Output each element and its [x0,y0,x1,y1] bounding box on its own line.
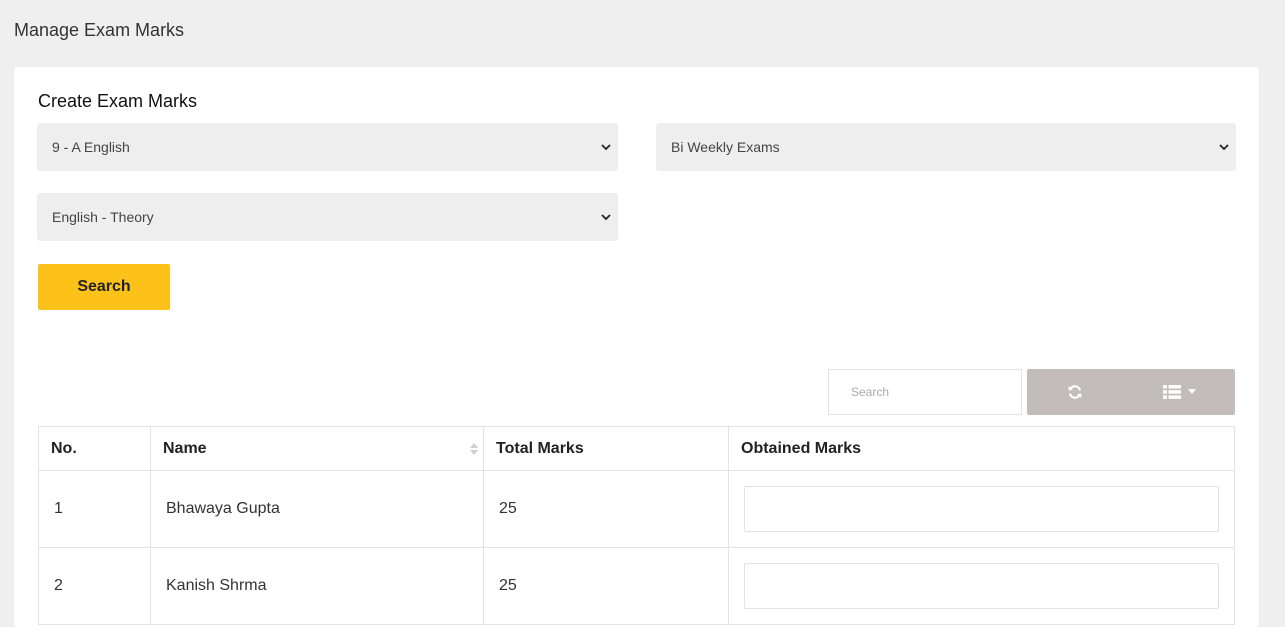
refresh-icon [1068,385,1082,399]
subject-select[interactable]: English - Theory [37,193,618,241]
class-select-value: 9 - A English [52,139,130,155]
obtained-marks-input[interactable] [744,486,1219,532]
page-title: Manage Exam Marks [14,20,185,40]
subject-select-value: English - Theory [52,209,154,225]
refresh-button[interactable] [1027,369,1123,415]
chevron-down-icon [601,144,611,151]
list-columns-icon [1163,385,1181,399]
chevron-down-icon [601,214,611,221]
exam-select-value: Bi Weekly Exams [671,139,780,155]
row-total-marks: 25 [483,470,729,548]
table-row: 2 Kanish Shrma 25 [38,547,1235,625]
row-obtained-cell [728,547,1235,625]
header-total-marks: Total Marks [483,426,729,471]
create-exam-marks-card: Create Exam Marks 9 - A English Bi Weekl… [14,67,1259,627]
header-name[interactable]: Name [150,426,484,471]
marks-table: No. Name Total Marks Obtained Marks 1 Bh… [38,426,1235,625]
row-total-marks: 25 [483,547,729,625]
row-obtained-cell [728,470,1235,548]
columns-toggle-button[interactable] [1145,369,1215,415]
row-no: 2 [38,547,151,625]
obtained-marks-input[interactable] [744,563,1219,609]
row-name: Kanish Shrma [150,547,484,625]
class-select[interactable]: 9 - A English [37,123,618,171]
table-search-input[interactable]: Search [828,369,1022,415]
header-no: No. [38,426,151,471]
row-name: Bhawaya Gupta [150,470,484,548]
table-search-placeholder: Search [851,385,890,399]
table-toolbar-buttons [1027,369,1235,415]
caret-down-icon [1188,389,1196,394]
table-row: 1 Bhawaya Gupta 25 [38,470,1235,548]
chevron-down-icon [1219,144,1229,151]
table-header-row: No. Name Total Marks Obtained Marks [38,426,1235,471]
header-obtained-marks: Obtained Marks [728,426,1235,471]
card-title: Create Exam Marks [38,91,198,111]
sort-icon [470,442,478,455]
header-name-label: Name [163,439,207,457]
search-button[interactable]: Search [38,264,170,310]
exam-select[interactable]: Bi Weekly Exams [656,123,1236,171]
row-no: 1 [38,470,151,548]
